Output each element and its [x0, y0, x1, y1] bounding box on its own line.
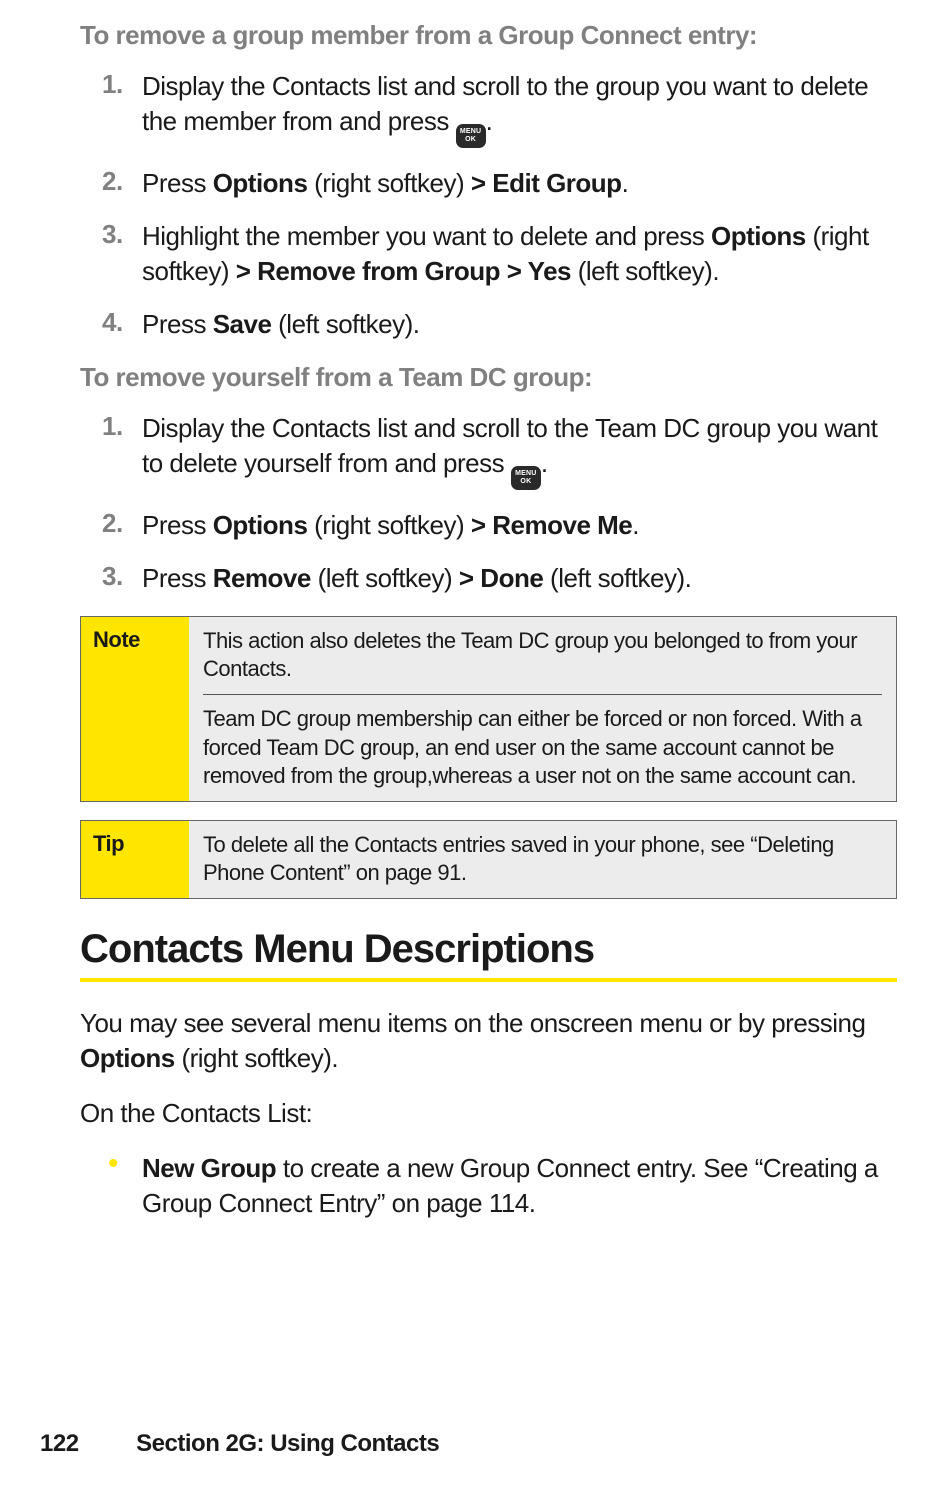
step-body: Press Remove (left softkey) > Done (left… — [142, 561, 897, 596]
step-item: 3.Press Remove (left softkey) > Done (le… — [80, 561, 897, 596]
tip-label: Tip — [81, 821, 189, 898]
step-number: 1. — [80, 69, 142, 100]
tip-body: To delete all the Contacts entries saved… — [189, 821, 896, 898]
intro-paragraph: You may see several menu items on the on… — [80, 1006, 897, 1076]
bold-text: Remove — [213, 563, 311, 593]
callout-paragraph: To delete all the Contacts entries saved… — [189, 821, 896, 898]
bold-text: Options — [213, 510, 308, 540]
step-number: 4. — [80, 307, 142, 338]
step-body: Press Save (left softkey). — [142, 307, 897, 342]
page-number: 122 — [40, 1430, 130, 1458]
bold-text: > Remove Me — [471, 510, 632, 540]
list-item: •New Group to create a new Group Connect… — [80, 1151, 897, 1221]
step-item: 4.Press Save (left softkey). — [80, 307, 897, 342]
bold-text: Options — [711, 221, 806, 251]
step-number: 3. — [80, 219, 142, 250]
steps-remove-group-member: 1.Display the Contacts list and scroll t… — [80, 69, 897, 342]
bold-text: Options — [213, 168, 308, 198]
bold-text: Save — [213, 309, 272, 339]
subheading-remove-group-member: To remove a group member from a Group Co… — [80, 20, 897, 51]
note-body: This action also deletes the Team DC gro… — [189, 617, 896, 801]
footer-section: Section 2G: Using Contacts — [136, 1430, 439, 1457]
callout-paragraph: Team DC group membership can either be f… — [189, 695, 896, 801]
bold-text: New Group — [142, 1153, 276, 1183]
bullet-icon: • — [80, 1151, 142, 1177]
bullet-body: New Group to create a new Group Connect … — [142, 1151, 897, 1221]
bold-text: > Edit Group — [471, 168, 622, 198]
bold-text: > Done — [459, 563, 543, 593]
step-body: Press Options (right softkey) > Edit Gro… — [142, 166, 897, 201]
step-item: 1.Display the Contacts list and scroll t… — [80, 411, 897, 490]
subheading-remove-self-teamdc: To remove yourself from a Team DC group: — [80, 362, 897, 393]
note-callout: Note This action also deletes the Team D… — [80, 616, 897, 802]
step-item: 2.Press Options (right softkey) > Edit G… — [80, 166, 897, 201]
step-item: 2.Press Options (right softkey) > Remove… — [80, 508, 897, 543]
callout-paragraph: This action also deletes the Team DC gro… — [189, 617, 896, 694]
on-contacts-list: On the Contacts List: — [80, 1096, 897, 1131]
bold-text: > Remove from Group > Yes — [236, 256, 571, 286]
step-number: 2. — [80, 166, 142, 197]
bullet-list: •New Group to create a new Group Connect… — [80, 1151, 897, 1221]
step-body: Display the Contacts list and scroll to … — [142, 411, 897, 490]
page: To remove a group member from a Group Co… — [0, 0, 937, 1486]
step-item: 1.Display the Contacts list and scroll t… — [80, 69, 897, 148]
step-number: 1. — [80, 411, 142, 442]
step-body: Highlight the member you want to delete … — [142, 219, 897, 289]
step-body: Press Options (right softkey) > Remove M… — [142, 508, 897, 543]
page-footer: 122 Section 2G: Using Contacts — [40, 1430, 439, 1458]
step-item: 3.Highlight the member you want to delet… — [80, 219, 897, 289]
step-number: 3. — [80, 561, 142, 592]
section-title: Contacts Menu Descriptions — [80, 927, 897, 972]
bold-text: Options — [80, 1043, 175, 1073]
step-body: Display the Contacts list and scroll to … — [142, 69, 897, 148]
menu-ok-key-icon: MENUOK — [511, 466, 541, 490]
step-number: 2. — [80, 508, 142, 539]
tip-callout: Tip To delete all the Contacts entries s… — [80, 820, 897, 899]
steps-remove-self-teamdc: 1.Display the Contacts list and scroll t… — [80, 411, 897, 596]
menu-ok-key-icon: MENUOK — [456, 124, 486, 148]
yellow-rule — [80, 978, 897, 982]
note-label: Note — [81, 617, 189, 801]
